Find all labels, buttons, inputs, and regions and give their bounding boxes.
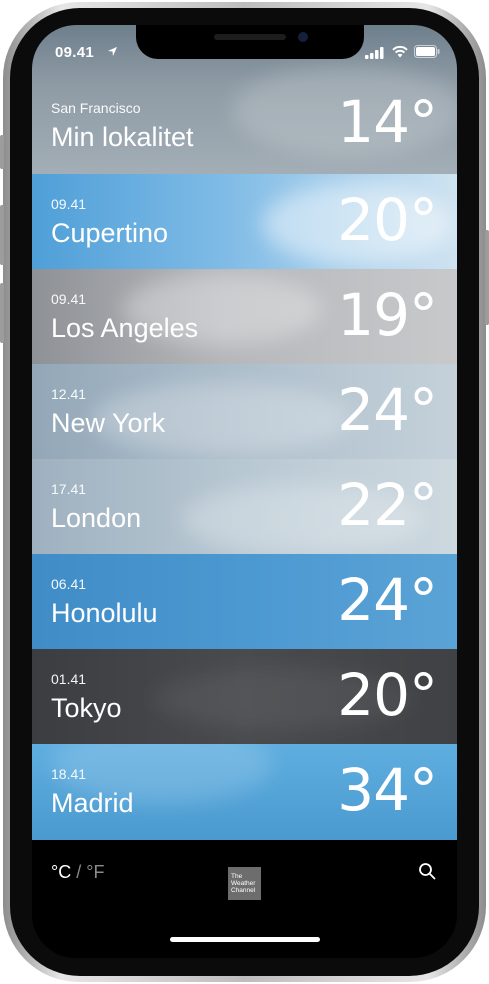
silent-switch	[0, 135, 4, 169]
location-row-madrid[interactable]: 18.41 Madrid 34°	[32, 744, 457, 840]
volume-down-button	[0, 283, 4, 343]
location-subtitle: 12.41	[51, 386, 87, 402]
logo-line: Weather	[231, 880, 256, 887]
location-temperature: 34°	[337, 756, 438, 824]
unit-separator: /	[76, 862, 82, 882]
notch	[136, 25, 364, 59]
screen: San Francisco Min lokalitet 14° 09.41 Cu…	[32, 25, 457, 958]
status-time: 09.41	[55, 44, 95, 61]
location-temperature: 22°	[337, 471, 438, 539]
location-arrow-icon	[107, 46, 118, 57]
location-row-tokyo[interactable]: 01.41 Tokyo 20°	[32, 649, 457, 744]
side-button	[485, 230, 489, 325]
location-row-london[interactable]: 17.41 London 22°	[32, 459, 457, 554]
weather-channel-logo[interactable]: The Weather Channel	[228, 867, 261, 900]
wifi-icon	[392, 45, 408, 58]
location-city: Los Angeles	[51, 313, 199, 343]
location-subtitle: San Francisco	[51, 100, 141, 116]
search-icon[interactable]	[418, 862, 436, 880]
location-row-los-angeles[interactable]: 09.41 Los Angeles 19°	[32, 269, 457, 364]
location-city: Min lokalitet	[51, 122, 194, 152]
unit-toggle-button[interactable]: °C / °F	[51, 862, 104, 883]
location-row-cupertino[interactable]: 09.41 Cupertino 20°	[32, 174, 457, 269]
location-subtitle: 01.41	[51, 671, 87, 687]
speaker-grille	[214, 34, 286, 40]
location-temperature: 14°	[337, 88, 438, 156]
location-subtitle: 06.41	[51, 576, 87, 592]
location-city: New York	[51, 408, 166, 438]
location-temperature: 20°	[337, 186, 438, 254]
location-row-honolulu[interactable]: 06.41 Honolulu 24°	[32, 554, 457, 649]
location-subtitle: 17.41	[51, 481, 87, 497]
location-city: Madrid	[51, 788, 134, 818]
location-row-new-york[interactable]: 12.41 New York 24°	[32, 364, 457, 459]
volume-up-button	[0, 205, 4, 265]
unit-fahrenheit: °F	[86, 862, 105, 882]
battery-icon	[414, 45, 440, 58]
home-indicator[interactable]	[170, 937, 320, 942]
location-city: Honolulu	[51, 598, 158, 628]
location-city: London	[51, 503, 142, 533]
location-temperature: 19°	[337, 281, 438, 349]
location-subtitle: 18.41	[51, 766, 87, 782]
location-temperature: 24°	[337, 376, 438, 444]
front-camera	[298, 32, 308, 42]
logo-line: The	[231, 873, 243, 880]
logo-line: Channel	[231, 887, 256, 894]
location-subtitle: 09.41	[51, 196, 87, 212]
location-subtitle: 09.41	[51, 291, 87, 307]
bottom-toolbar: °C / °F The Weather Channel	[32, 840, 457, 958]
location-city: Cupertino	[51, 218, 169, 248]
location-city: Tokyo	[51, 693, 122, 723]
unit-celsius: °C	[51, 862, 72, 882]
location-temperature: 20°	[337, 661, 438, 729]
signal-icon	[365, 47, 384, 59]
location-temperature: 24°	[337, 566, 438, 634]
